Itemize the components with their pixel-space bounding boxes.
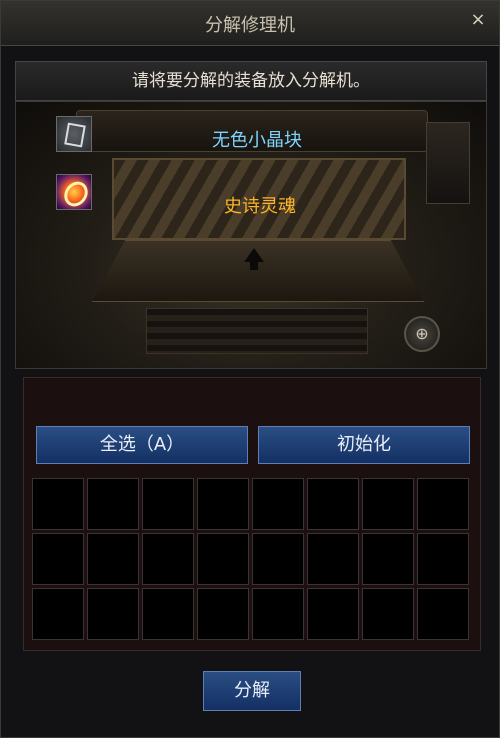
equipment-slot[interactable] bbox=[252, 588, 304, 640]
machine-gear-decoration bbox=[426, 122, 470, 204]
equipment-slot[interactable] bbox=[307, 478, 359, 530]
equipment-slot[interactable] bbox=[32, 533, 84, 585]
equipment-slot[interactable] bbox=[197, 533, 249, 585]
result-item-name-soul: 史诗灵魂 bbox=[224, 196, 296, 217]
slot-grid bbox=[32, 478, 474, 642]
equipment-slot[interactable] bbox=[87, 478, 139, 530]
crystal-cube-icon[interactable] bbox=[56, 116, 92, 152]
window-title: 分解修理机 bbox=[205, 15, 295, 36]
equipment-slot[interactable] bbox=[307, 588, 359, 640]
equipment-slot[interactable] bbox=[362, 588, 414, 640]
up-arrow-icon bbox=[244, 248, 264, 262]
equipment-slot[interactable] bbox=[252, 533, 304, 585]
equipment-slot[interactable] bbox=[197, 588, 249, 640]
equipment-slot[interactable] bbox=[307, 533, 359, 585]
equipment-slot[interactable] bbox=[417, 478, 469, 530]
equipment-slot[interactable] bbox=[87, 533, 139, 585]
decompose-machine: ⊕ 无色小晶块 史诗灵魂 bbox=[15, 101, 487, 369]
title-bar: 分解修理机 × bbox=[1, 1, 499, 46]
result-item-name-crystal: 无色小晶块 bbox=[212, 130, 302, 151]
equipment-slot[interactable] bbox=[142, 588, 194, 640]
up-arrow-stem bbox=[250, 262, 258, 270]
equipment-slot[interactable] bbox=[417, 588, 469, 640]
equipment-slots-panel: 全选（A） 初始化 bbox=[23, 377, 481, 651]
select-all-button[interactable]: 全选（A） bbox=[36, 426, 248, 464]
decompose-button[interactable]: 分解 bbox=[203, 671, 301, 711]
machine-vent bbox=[146, 308, 368, 354]
machine-knob-icon: ⊕ bbox=[404, 316, 440, 352]
instruction-text: 请将要分解的装备放入分解机。 bbox=[15, 61, 487, 101]
equipment-slot[interactable] bbox=[32, 588, 84, 640]
close-icon[interactable]: × bbox=[467, 9, 489, 31]
equipment-slot[interactable] bbox=[362, 478, 414, 530]
epic-soul-icon[interactable] bbox=[56, 174, 92, 210]
equipment-slot[interactable] bbox=[142, 478, 194, 530]
equipment-slot[interactable] bbox=[252, 478, 304, 530]
equipment-slot[interactable] bbox=[142, 533, 194, 585]
equipment-slot[interactable] bbox=[87, 588, 139, 640]
initialize-button[interactable]: 初始化 bbox=[258, 426, 470, 464]
decompose-repair-window: 分解修理机 × 请将要分解的装备放入分解机。 ⊕ 无色小晶块 史诗灵魂 全选（A… bbox=[0, 0, 500, 738]
equipment-slot[interactable] bbox=[417, 533, 469, 585]
equipment-slot[interactable] bbox=[197, 478, 249, 530]
equipment-slot[interactable] bbox=[32, 478, 84, 530]
equipment-slot[interactable] bbox=[362, 533, 414, 585]
